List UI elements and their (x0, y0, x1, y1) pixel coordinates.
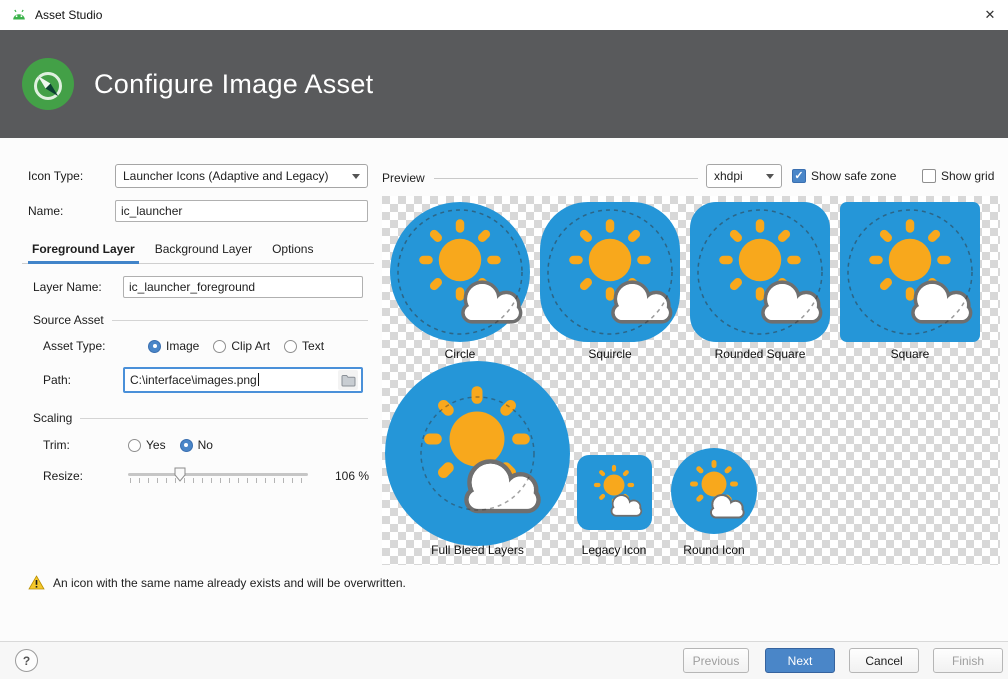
warning-text: An icon with the same name already exist… (53, 576, 406, 590)
path-value: C:\interface\images.png (130, 373, 334, 387)
name-label: Name: (28, 204, 115, 218)
tab-foreground-layer[interactable]: Foreground Layer (22, 237, 145, 263)
resize-label: Resize: (43, 469, 128, 483)
asset-type-clipart-label: Clip Art (231, 339, 270, 353)
asset-studio-dialog: Asset Studio ✕ Configure Image Asset Ico… (0, 0, 1008, 679)
section-divider (80, 418, 368, 419)
layer-name-row: Layer Name: (33, 276, 368, 298)
chevron-down-icon (352, 174, 360, 179)
finish-button[interactable]: Finish (933, 648, 1003, 673)
resize-value: 106 % (335, 469, 369, 483)
window-title: Asset Studio (35, 8, 102, 22)
asset-type-text-radio[interactable] (284, 340, 297, 353)
trim-yes-radio[interactable] (128, 439, 141, 452)
asset-type-clipart-radio[interactable] (213, 340, 226, 353)
source-asset-section: Source Asset (33, 313, 368, 327)
path-row: Path: C:\interface\images.png (43, 367, 373, 393)
page-title: Configure Image Asset (94, 69, 373, 100)
slider-thumb[interactable] (174, 467, 186, 485)
dialog-header: Configure Image Asset (0, 30, 1008, 138)
scaling-section: Scaling (33, 411, 368, 425)
full-bleed-label: Full Bleed Layers (385, 543, 570, 557)
icon-type-value: Launcher Icons (Adaptive and Legacy) (123, 169, 328, 183)
icon-type-dropdown[interactable]: Launcher Icons (Adaptive and Legacy) (115, 164, 368, 188)
close-icon[interactable]: ✕ (972, 0, 1008, 30)
show-grid-row: Show grid (922, 169, 994, 183)
squircle-preview (540, 202, 680, 342)
android-studio-logo-icon (22, 58, 74, 110)
layer-tabs: Foreground Layer Background Layer Option… (22, 237, 374, 264)
tab-options[interactable]: Options (262, 237, 323, 263)
square-label: Square (840, 347, 980, 361)
help-button[interactable]: ? (15, 649, 38, 672)
warning-icon (28, 575, 45, 590)
circle-label: Circle (390, 347, 530, 361)
slider-track[interactable] (128, 473, 308, 476)
density-dropdown[interactable]: xhdpi (706, 164, 782, 188)
show-grid-checkbox[interactable] (922, 169, 936, 183)
tab-background-layer[interactable]: Background Layer (145, 237, 262, 263)
chevron-down-icon (766, 174, 774, 179)
safe-zone-row: Show safe zone (792, 169, 896, 183)
scaling-heading: Scaling (33, 411, 72, 425)
icon-type-label: Icon Type: (28, 169, 115, 183)
square-preview (840, 202, 980, 342)
preview-canvas: Circle Squircle Rounded Square Square (382, 196, 1000, 565)
resize-row: Resize: 106 % (43, 466, 383, 486)
name-input[interactable] (115, 200, 368, 222)
browse-folder-button[interactable] (338, 370, 358, 390)
rounded-square-label: Rounded Square (690, 347, 830, 361)
layer-name-input[interactable] (123, 276, 363, 298)
asset-type-label: Asset Type: (43, 339, 148, 353)
trim-yes-label: Yes (146, 438, 166, 452)
cancel-button[interactable]: Cancel (849, 648, 919, 673)
trim-row: Trim: Yes No (43, 438, 373, 452)
path-input[interactable]: C:\interface\images.png (123, 367, 363, 393)
layer-name-label: Layer Name: (33, 280, 123, 294)
icon-type-row: Icon Type: Launcher Icons (Adaptive and … (28, 164, 368, 188)
folder-icon (341, 374, 356, 387)
legacy-icon-preview (577, 455, 652, 530)
rounded-square-preview (690, 202, 830, 342)
warning-row: An icon with the same name already exist… (28, 575, 406, 590)
trim-label: Trim: (43, 438, 128, 452)
density-value: xhdpi (714, 169, 743, 183)
footer: ? Previous Next Cancel Finish (0, 641, 1008, 679)
show-grid-label: Show grid (941, 169, 994, 183)
resize-slider[interactable] (128, 466, 308, 486)
path-label: Path: (43, 373, 123, 387)
asset-type-text-label: Text (302, 339, 324, 353)
asset-type-row: Asset Type: Image Clip Art Text (43, 339, 373, 353)
previous-button[interactable]: Previous (683, 648, 749, 673)
name-row: Name: (28, 200, 368, 222)
show-safe-zone-label: Show safe zone (811, 169, 896, 183)
source-asset-heading: Source Asset (33, 313, 104, 327)
trim-no-label: No (198, 438, 213, 452)
android-logo-icon (11, 9, 27, 21)
squircle-label: Squircle (540, 347, 680, 361)
preview-heading: Preview (382, 171, 425, 185)
round-icon-label: Round Icon (654, 543, 774, 557)
full-bleed-preview (385, 361, 570, 546)
trim-no-radio[interactable] (180, 439, 193, 452)
next-button[interactable]: Next (765, 648, 835, 673)
circle-preview (390, 202, 530, 342)
round-icon-preview (671, 448, 757, 534)
asset-type-image-label: Image (166, 339, 199, 353)
slider-ticks (130, 478, 308, 483)
asset-type-image-radio[interactable] (148, 340, 161, 353)
density-row: xhdpi (706, 164, 782, 188)
window-titlebar: Asset Studio ✕ (0, 0, 1008, 30)
section-divider (112, 320, 368, 321)
preview-divider (434, 178, 698, 179)
show-safe-zone-checkbox[interactable] (792, 169, 806, 183)
